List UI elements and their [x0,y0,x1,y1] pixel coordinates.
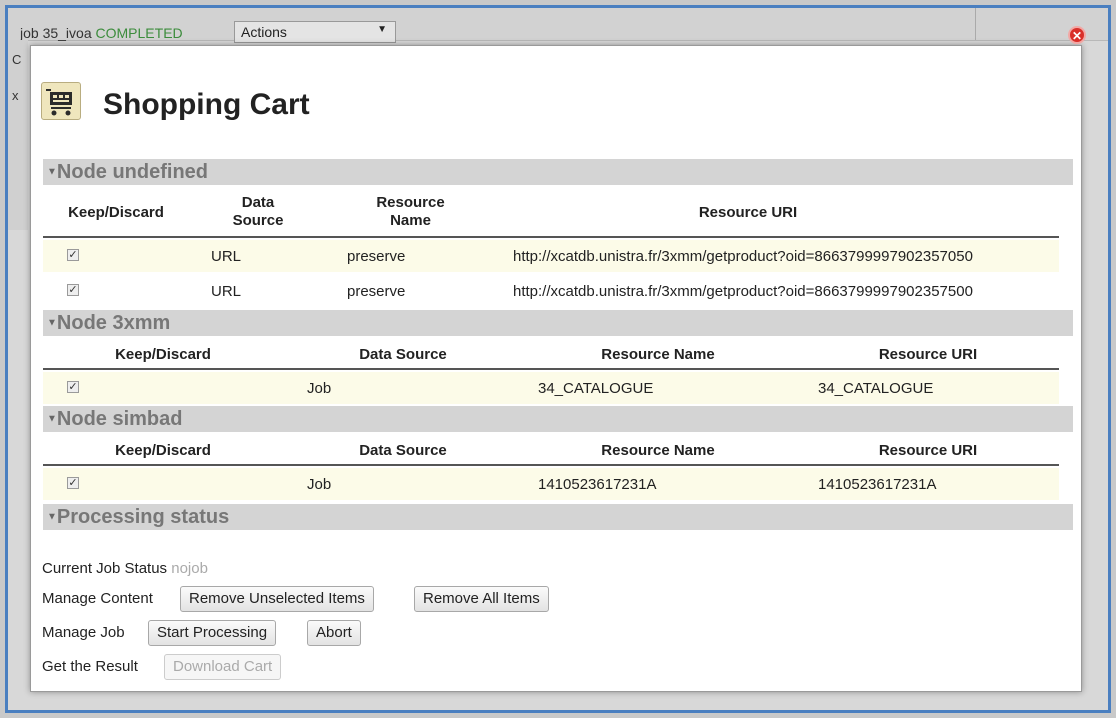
start-processing-button[interactable]: Start Processing [148,620,277,646]
dropdown-arrow-icon: ▼ [377,24,387,35]
header-resource-name: Resource Name [376,194,445,229]
shopping-cart-icon [41,82,81,120]
job-toolbar: job 35_ivoa COMPLETED Actions ▼ [8,8,1108,43]
keep-checkbox[interactable]: ✓ [67,284,79,296]
section-node-3xmm[interactable]: ▼Node 3xmm [43,310,1073,336]
keep-checkbox[interactable]: ✓ [67,249,79,261]
actions-select-value: Actions [241,24,287,40]
cell-resource-name: preserve [347,283,406,300]
section-title: Processing status [56,506,230,528]
header-resource-uri: Resource URI [878,442,978,459]
table-row: ✓ Job 34_CATALOGUE 34_CATALOGUE [43,372,1059,404]
cell-resource-uri: 34_CATALOGUE [818,380,934,397]
cell-resource-name: 1410523617231A [538,476,657,493]
section-node-undefined[interactable]: ▼Node undefined [43,159,1073,185]
header-divider [43,368,1059,370]
remove-unselected-button[interactable]: Remove Unselected Items [180,586,374,612]
header-keep-discard: Keep/Discard [115,346,211,363]
cell-data-source: Job [307,476,332,493]
collapse-triangle-icon: ▼ [47,413,57,425]
toolbar-divider [975,8,976,40]
cell-resource-name: 34_CATALOGUE [538,380,654,397]
actions-select[interactable]: Actions ▼ [234,21,396,43]
cell-data-source: URL [211,283,242,300]
cell-data-source: Job [307,380,332,397]
section-title: Node undefined [56,161,209,183]
current-job-status-label: Current Job Status nojob [42,560,208,577]
cell-resource-name: preserve [347,248,406,265]
section-title: Node 3xmm [56,312,171,334]
table-header: Keep/Discard Data Source Resource Name R… [43,346,1059,366]
close-icon[interactable]: ✕ [1068,26,1086,44]
manage-job-label: Manage Job [42,624,125,641]
header-data-source: Data Source [232,194,284,229]
background-side-panel: C x [8,40,28,230]
section-processing-status[interactable]: ▼Processing status [43,504,1073,530]
job-label: job 35_ivoa [20,25,92,41]
download-cart-button[interactable]: Download Cart [164,654,282,680]
header-resource-uri: Resource URI [878,346,978,363]
section-title: Node simbad [56,408,183,430]
cell-resource-uri: http://xcatdb.unistra.fr/3xmm/getproduct… [513,248,973,265]
table-row: ✓ URL preserve http://xcatdb.unistra.fr/… [43,275,1059,307]
job-status: COMPLETED [95,25,183,41]
header-resource-name: Resource Name [601,346,715,363]
header-keep-discard: Keep/Discard [115,442,211,459]
header-divider [43,464,1059,466]
collapse-triangle-icon: ▼ [47,511,57,523]
side-letter: x [12,88,19,103]
header-divider [43,236,1059,238]
header-resource-name: Resource Name [601,442,715,459]
cell-data-source: URL [211,248,242,265]
cell-resource-uri: 1410523617231A [818,476,937,493]
keep-checkbox[interactable]: ✓ [67,381,79,393]
remove-all-button[interactable]: Remove All Items [414,586,549,612]
side-letter: C [12,52,22,67]
table-header: Keep/Discard Data Source Resource Name R… [43,442,1059,462]
header-data-source: Data Source [359,442,447,459]
job-title: job 35_ivoa COMPLETED [20,25,183,41]
abort-button[interactable]: Abort [307,620,361,646]
header-keep-discard: Keep/Discard [68,204,164,221]
job-status-value: nojob [171,560,208,577]
get-result-label: Get the Result [42,658,138,675]
table-row: ✓ URL preserve http://xcatdb.unistra.fr/… [43,240,1059,272]
header-data-source: Data Source [359,346,447,363]
table-header: Keep/Discard Data Source Resource Name R… [43,194,1059,234]
cell-resource-uri: http://xcatdb.unistra.fr/3xmm/getproduct… [513,283,973,300]
manage-content-label: Manage Content [42,590,153,607]
collapse-triangle-icon: ▼ [47,317,57,329]
keep-checkbox[interactable]: ✓ [67,477,79,489]
collapse-triangle-icon: ▼ [47,166,57,178]
dialog-title: Shopping Cart [103,88,310,121]
label-text: Current Job Status [42,560,168,577]
header-resource-uri: Resource URI [698,204,798,221]
section-node-simbad[interactable]: ▼Node simbad [43,406,1073,432]
table-row: ✓ Job 1410523617231A 1410523617231A [43,468,1059,500]
shopping-cart-dialog: Shopping Cart ▼Node undefined Keep/Disca… [30,45,1082,692]
